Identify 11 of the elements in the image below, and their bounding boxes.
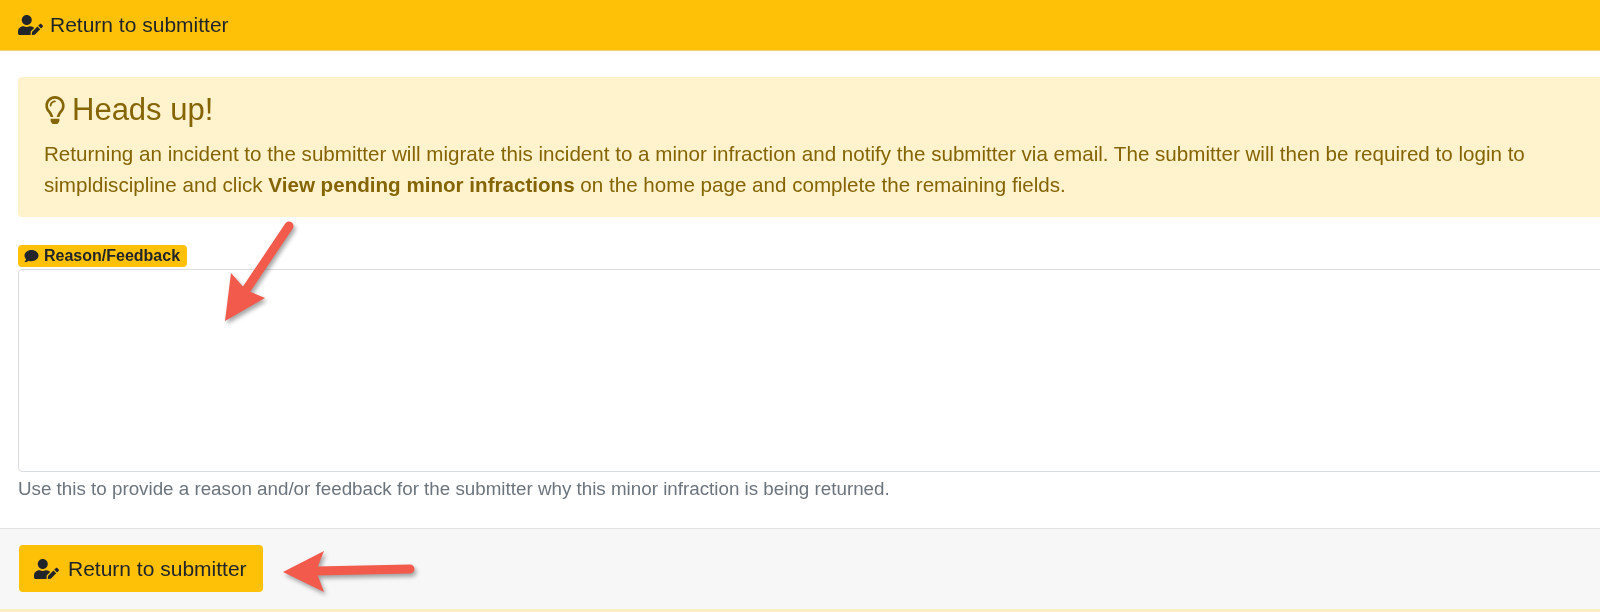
header-title: Return to submitter [50,12,229,38]
lightbulb-icon [44,96,66,124]
field-label-text: Reason/Feedback [44,247,181,265]
speech-bubble-icon [24,249,39,263]
help-text: Use this to provide a reason and/or feedback for the submitter why this minor infraction is being returned. [18,477,891,501]
user-pen-icon [18,15,43,35]
return-button[interactable]: Return to submitter [19,545,263,592]
user-pen-icon [34,558,59,579]
alert-heading: Heads up! [72,92,214,128]
reason-field[interactable] [18,269,1600,472]
alert-message: Returning an incident to the submitter will migrate this incident to a minor infraction and notify the submitter via email. The submitter will then be required to login to simpldiscipline and click View pending minor infractions on the home page and complete the remaining fields. [44,141,1526,198]
